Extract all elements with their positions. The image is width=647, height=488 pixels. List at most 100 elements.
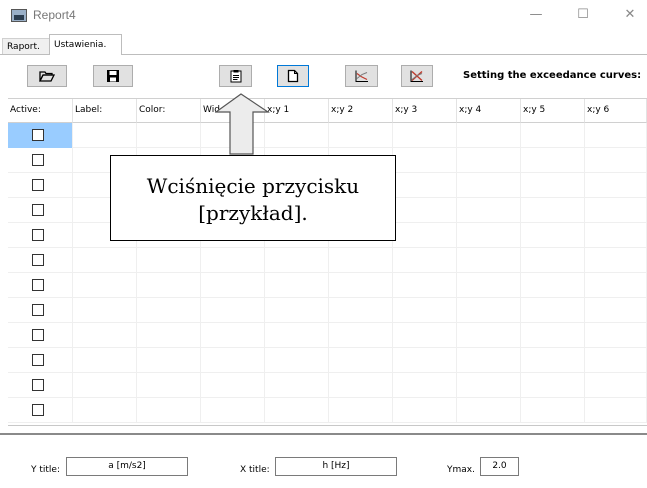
col-header-active[interactable]: Active:	[8, 99, 73, 123]
active-checkbox[interactable]	[32, 204, 44, 216]
cell-active[interactable]	[8, 348, 73, 373]
cell-color[interactable]	[137, 298, 201, 323]
cell-active[interactable]	[8, 298, 73, 323]
cell-xy3[interactable]	[393, 373, 457, 398]
cell-active[interactable]	[8, 248, 73, 273]
cell-xy6[interactable]	[585, 323, 647, 348]
cell-xy3[interactable]	[393, 273, 457, 298]
cell-xy5[interactable]	[521, 123, 585, 148]
cell-width[interactable]	[201, 323, 265, 348]
cell-xy6[interactable]	[585, 223, 647, 248]
cell-xy2[interactable]	[329, 273, 393, 298]
cell-xy6[interactable]	[585, 148, 647, 173]
cell-xy6[interactable]	[585, 273, 647, 298]
active-checkbox[interactable]	[32, 254, 44, 266]
cell-xy5[interactable]	[521, 223, 585, 248]
table-row[interactable]	[8, 323, 647, 348]
cell-xy6[interactable]	[585, 123, 647, 148]
active-checkbox[interactable]	[32, 404, 44, 416]
cell-active[interactable]	[8, 323, 73, 348]
cell-xy4[interactable]	[457, 173, 521, 198]
cell-xy3[interactable]	[393, 398, 457, 423]
cell-xy2[interactable]	[329, 348, 393, 373]
table-row[interactable]	[8, 298, 647, 323]
col-header-xy5[interactable]: x;y 5	[521, 99, 585, 123]
cell-xy1[interactable]	[265, 248, 329, 273]
cell-xy3[interactable]	[393, 148, 457, 173]
cell-color[interactable]	[137, 373, 201, 398]
active-checkbox[interactable]	[32, 229, 44, 241]
cell-label[interactable]	[73, 298, 137, 323]
table-row[interactable]	[8, 373, 647, 398]
open-file-button[interactable]	[27, 65, 67, 87]
cell-xy6[interactable]	[585, 298, 647, 323]
cell-xy5[interactable]	[521, 198, 585, 223]
col-header-xy6[interactable]: x;y 6	[585, 99, 647, 123]
cell-width[interactable]	[201, 273, 265, 298]
cell-xy6[interactable]	[585, 173, 647, 198]
cell-xy2[interactable]	[329, 323, 393, 348]
cell-label[interactable]	[73, 348, 137, 373]
active-checkbox[interactable]	[32, 304, 44, 316]
col-header-xy2[interactable]: x;y 2	[329, 99, 393, 123]
table-row[interactable]	[8, 123, 647, 148]
cell-xy4[interactable]	[457, 323, 521, 348]
cell-color[interactable]	[137, 248, 201, 273]
cell-xy1[interactable]	[265, 298, 329, 323]
cell-color[interactable]	[137, 123, 201, 148]
cell-xy1[interactable]	[265, 373, 329, 398]
cell-xy1[interactable]	[265, 398, 329, 423]
cell-xy5[interactable]	[521, 273, 585, 298]
new-page-button[interactable]	[277, 65, 309, 87]
cell-xy2[interactable]	[329, 398, 393, 423]
curve-chart-button[interactable]	[345, 65, 378, 87]
cell-active[interactable]	[8, 198, 73, 223]
cell-xy5[interactable]	[521, 173, 585, 198]
table-row[interactable]	[8, 348, 647, 373]
cell-label[interactable]	[73, 398, 137, 423]
cell-active[interactable]	[8, 373, 73, 398]
cell-xy5[interactable]	[521, 348, 585, 373]
cell-xy4[interactable]	[457, 398, 521, 423]
close-button[interactable]: ✕	[615, 5, 645, 25]
cell-xy4[interactable]	[457, 273, 521, 298]
cell-xy3[interactable]	[393, 173, 457, 198]
cell-width[interactable]	[201, 348, 265, 373]
example-button[interactable]	[219, 65, 252, 87]
cell-xy4[interactable]	[457, 248, 521, 273]
active-checkbox[interactable]	[32, 129, 44, 141]
active-checkbox[interactable]	[32, 154, 44, 166]
cell-color[interactable]	[137, 398, 201, 423]
cell-xy1[interactable]	[265, 273, 329, 298]
cell-xy4[interactable]	[457, 148, 521, 173]
active-checkbox[interactable]	[32, 354, 44, 366]
cell-xy6[interactable]	[585, 398, 647, 423]
active-checkbox[interactable]	[32, 179, 44, 191]
cell-xy4[interactable]	[457, 123, 521, 148]
delete-curve-button[interactable]	[401, 65, 433, 87]
cell-xy3[interactable]	[393, 348, 457, 373]
cell-active[interactable]	[8, 223, 73, 248]
cell-width[interactable]	[201, 248, 265, 273]
cell-xy3[interactable]	[393, 223, 457, 248]
curves-grid[interactable]: Active: Label: Color: Wid x;y 1 x;y 2 x;…	[8, 98, 647, 426]
cell-xy5[interactable]	[521, 248, 585, 273]
cell-xy6[interactable]	[585, 348, 647, 373]
active-checkbox[interactable]	[32, 329, 44, 341]
tab-raport[interactable]: Raport.	[2, 38, 50, 55]
ymax-input[interactable]: 2.0	[480, 457, 519, 476]
cell-active[interactable]	[8, 173, 73, 198]
cell-xy5[interactable]	[521, 323, 585, 348]
cell-xy6[interactable]	[585, 373, 647, 398]
cell-label[interactable]	[73, 273, 137, 298]
x-title-input[interactable]: h [Hz]	[275, 457, 397, 476]
cell-xy5[interactable]	[521, 398, 585, 423]
cell-xy4[interactable]	[457, 223, 521, 248]
cell-xy4[interactable]	[457, 373, 521, 398]
cell-active[interactable]	[8, 148, 73, 173]
cell-color[interactable]	[137, 323, 201, 348]
col-header-label[interactable]: Label:	[73, 99, 137, 123]
cell-xy3[interactable]	[393, 248, 457, 273]
y-title-input[interactable]: a [m/s2]	[66, 457, 188, 476]
minimize-button[interactable]: —	[521, 5, 551, 25]
